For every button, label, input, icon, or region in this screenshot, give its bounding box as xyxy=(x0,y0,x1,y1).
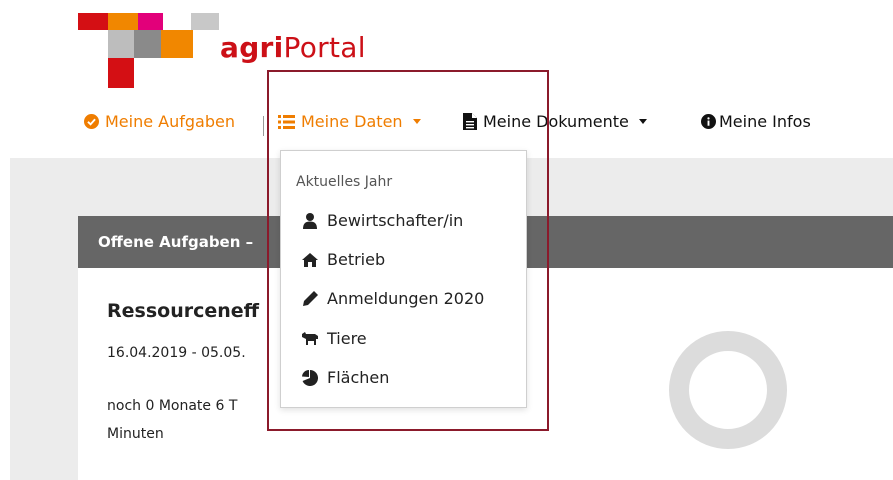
home-icon xyxy=(300,252,320,267)
nav-meine-aufgaben[interactable]: Meine Aufgaben xyxy=(84,112,235,131)
nav-meine-infos[interactable]: Meine Infos xyxy=(701,112,811,131)
task-remaining: noch 0 Monate 6 T Minuten xyxy=(107,392,287,448)
panel-title: Offene Aufgaben – xyxy=(98,233,254,251)
nav-meine-dokumente[interactable]: Meine Dokumente xyxy=(463,112,647,131)
dropdown-item-tiere[interactable]: Tiere xyxy=(300,329,367,348)
list-icon xyxy=(278,114,295,129)
dropdown-item-label: Anmeldungen 2020 xyxy=(327,289,485,308)
nav-label: Meine Aufgaben xyxy=(105,112,235,131)
logo-text-light: Portal xyxy=(283,31,366,64)
nav-label: Meine Infos xyxy=(719,112,811,131)
logo-square xyxy=(134,30,161,58)
logo-square xyxy=(78,13,108,30)
task-remaining-line1: noch 0 Monate 6 T xyxy=(107,398,238,414)
nav-label: Meine Dokumente xyxy=(483,112,629,131)
pie-chart-icon xyxy=(300,369,320,386)
logo-square xyxy=(108,30,134,58)
pencil-icon xyxy=(300,291,320,306)
agriportal-logo[interactable]: agriPortal xyxy=(0,0,400,90)
task-title[interactable]: Ressourceneff xyxy=(107,300,259,322)
user-icon xyxy=(300,212,320,229)
dropdown-header: Aktuelles Jahr xyxy=(296,174,393,190)
cow-icon xyxy=(300,332,320,345)
logo-square xyxy=(138,13,163,30)
file-icon xyxy=(463,113,477,130)
chevron-down-icon xyxy=(638,119,647,124)
dropdown-item-label: Tiere xyxy=(327,329,367,348)
dropdown-item-flaechen[interactable]: Flächen xyxy=(300,368,389,387)
dropdown-item-betrieb[interactable]: Betrieb xyxy=(300,250,385,269)
nav-meine-daten[interactable]: Meine Daten xyxy=(278,112,421,131)
logo-square xyxy=(108,13,138,30)
logo-text-bold: agri xyxy=(220,31,284,64)
logo-square xyxy=(108,58,134,88)
logo-wordmark: agriPortal xyxy=(220,31,366,64)
task-remaining-line2: Minuten xyxy=(107,426,164,442)
dropdown-item-label: Flächen xyxy=(327,368,390,387)
nav-label: Meine Daten xyxy=(301,112,403,131)
check-circle-icon xyxy=(84,114,99,129)
info-circle-icon xyxy=(701,114,716,129)
logo-square xyxy=(191,13,219,30)
nav-separator xyxy=(263,116,264,136)
dropdown-item-bewirtschafter[interactable]: Bewirtschafter/in xyxy=(300,211,463,230)
progress-ring xyxy=(669,331,787,449)
dropdown-item-anmeldungen[interactable]: Anmeldungen 2020 xyxy=(300,289,484,308)
dropdown-item-label: Bewirtschafter/in xyxy=(327,211,464,230)
logo-square xyxy=(161,30,193,58)
task-date: 16.04.2019 - 05.05. xyxy=(107,345,246,361)
dropdown-item-label: Betrieb xyxy=(327,250,386,269)
chevron-down-icon xyxy=(412,119,421,124)
